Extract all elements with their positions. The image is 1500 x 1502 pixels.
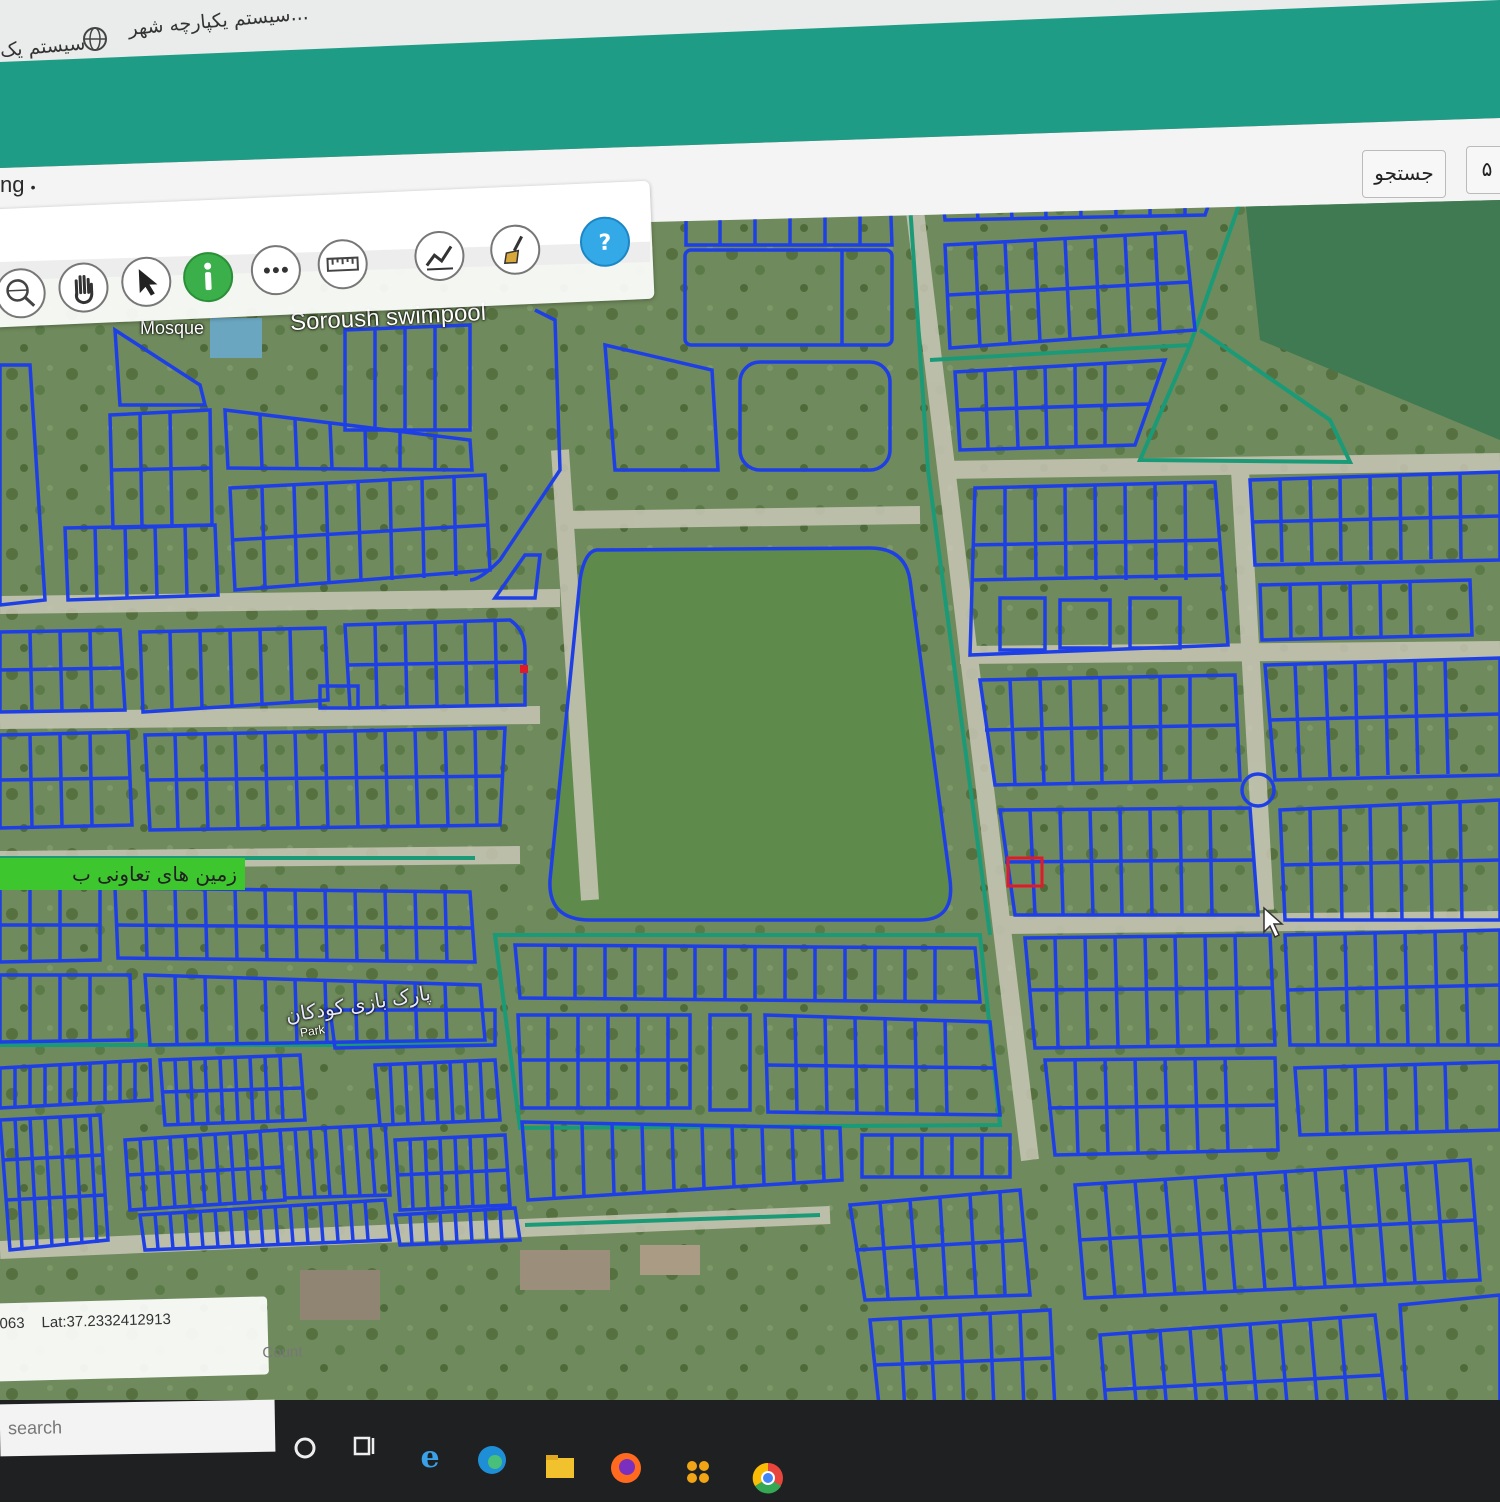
cortana-icon[interactable] — [285, 1428, 325, 1468]
chart-tool[interactable] — [413, 230, 465, 282]
globe-magnifier-icon — [0, 269, 45, 317]
line-chart-icon — [415, 232, 463, 280]
mouse-cursor-icon — [1262, 906, 1288, 944]
zoom-extent-tool[interactable] — [0, 267, 47, 319]
chrome-icon[interactable] — [748, 1458, 788, 1498]
pointer-arrow-icon — [122, 258, 170, 306]
svg-text:e: e — [420, 1440, 439, 1475]
pan-tool[interactable] — [57, 261, 109, 313]
mosque-label: Mosque — [140, 318, 204, 339]
svg-text:?: ? — [598, 231, 612, 257]
more-tool[interactable] — [250, 244, 302, 296]
ruler-icon — [319, 240, 367, 288]
info-icon — [184, 253, 232, 301]
broom-icon — [491, 226, 539, 274]
firefox-icon[interactable] — [606, 1448, 646, 1488]
file-explorer-icon[interactable] — [540, 1446, 580, 1486]
longitude-readout: 063 — [0, 1315, 25, 1333]
hand-icon — [60, 264, 108, 312]
internet-explorer-icon[interactable]: e — [410, 1436, 450, 1476]
help-tool[interactable]: ? — [579, 216, 631, 268]
taskbar-search[interactable]: search — [0, 1400, 275, 1457]
task-view-icon[interactable] — [345, 1426, 385, 1466]
info-tool[interactable] — [182, 251, 234, 303]
coordinates-panel: 063 Lat:37.2332412913 Count — [0, 1296, 269, 1381]
measure-tool[interactable] — [317, 238, 369, 290]
latitude-readout: Lat:37.2332412913 — [41, 1311, 171, 1331]
clear-tool[interactable] — [489, 224, 541, 276]
cooperative-lands-label: زمین های تعاونی ب — [0, 858, 245, 890]
ellipsis-icon — [252, 246, 300, 294]
count-label: Count — [262, 1343, 302, 1361]
select-tool[interactable] — [120, 256, 172, 308]
app-launcher-icon[interactable] — [678, 1452, 718, 1492]
help-question-icon: ? — [581, 218, 629, 266]
edge-icon[interactable] — [472, 1440, 512, 1480]
